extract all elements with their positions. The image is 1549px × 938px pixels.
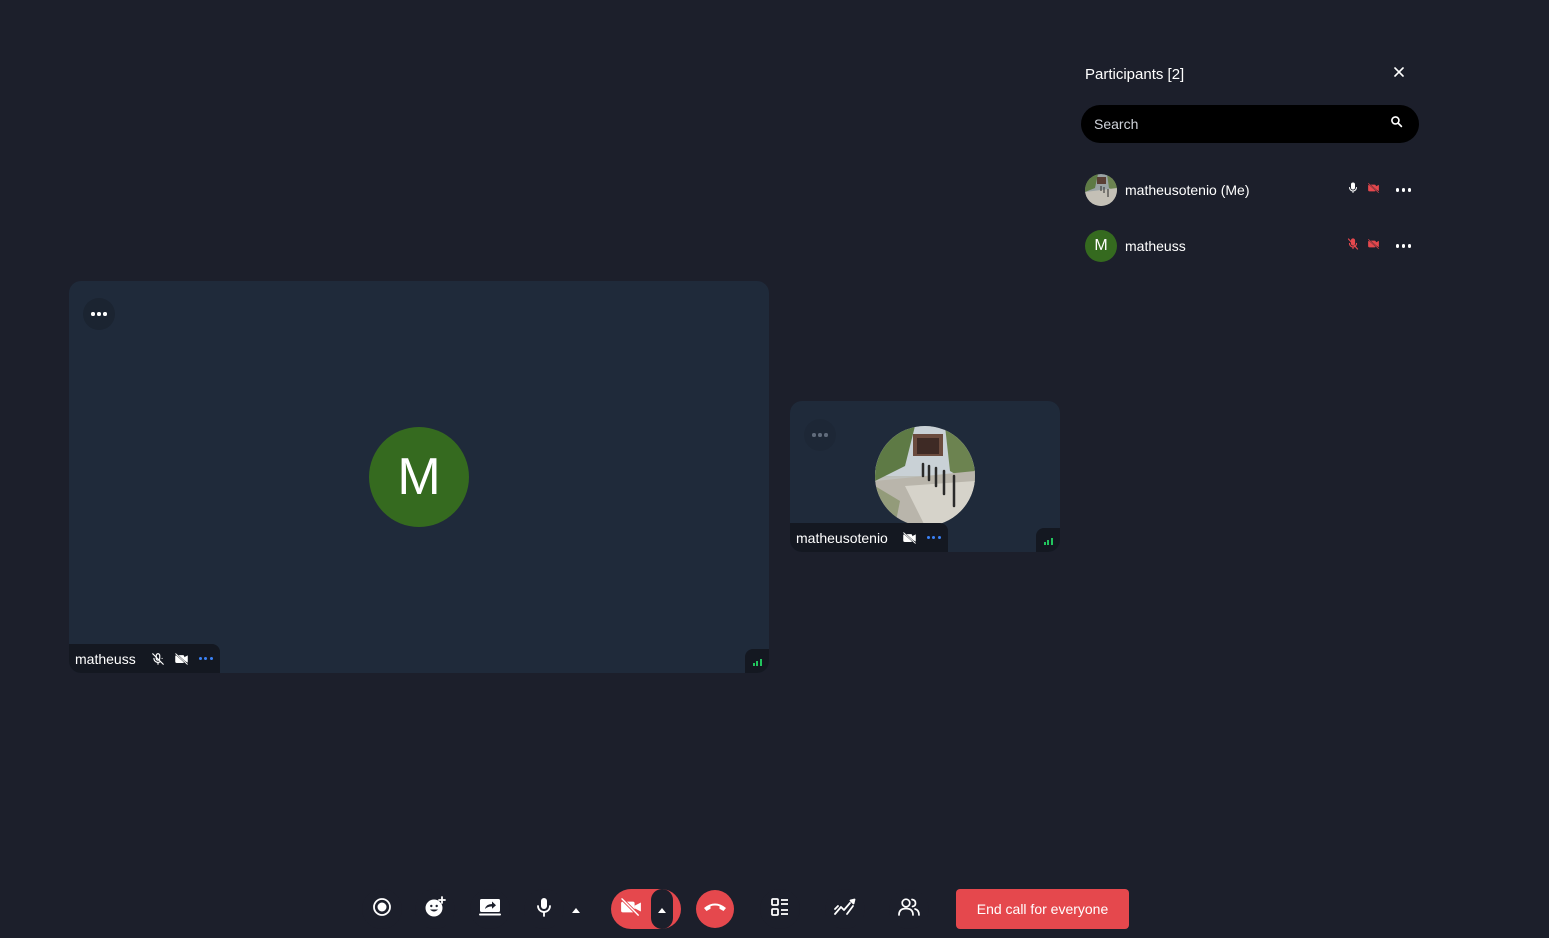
layout-button[interactable] bbox=[760, 889, 800, 929]
search-field[interactable] bbox=[1081, 105, 1419, 143]
microphone-off-icon bbox=[150, 651, 166, 667]
participant-row: matheusotenio (Me) bbox=[1085, 173, 1415, 207]
reaction-icon bbox=[424, 895, 446, 923]
close-icon bbox=[1394, 64, 1404, 82]
more-icon[interactable] bbox=[198, 651, 214, 667]
whiteboard-icon bbox=[834, 898, 856, 921]
participants-button[interactable] bbox=[889, 889, 929, 929]
participant-name: matheusotenio (Me) bbox=[1125, 182, 1250, 198]
participant-name-bar: matheusotenio bbox=[790, 523, 948, 552]
avatar bbox=[875, 426, 975, 526]
chevron-up-icon bbox=[658, 900, 666, 918]
camera-off-icon bbox=[174, 651, 190, 667]
signal-strength-icon bbox=[1036, 528, 1060, 552]
video-tile-main[interactable]: M matheuss bbox=[69, 281, 769, 673]
signal-strength-icon bbox=[745, 649, 769, 673]
close-panel-button[interactable] bbox=[1386, 60, 1412, 86]
participant-name-bar: matheuss bbox=[69, 644, 220, 673]
avatar bbox=[1085, 174, 1117, 206]
hang-up-icon bbox=[703, 900, 727, 918]
avatar: M bbox=[369, 427, 469, 527]
camera-off-icon bbox=[902, 530, 918, 546]
microphone-icon bbox=[1347, 181, 1359, 199]
avatar: M bbox=[1085, 230, 1117, 262]
camera-control-group bbox=[611, 889, 681, 929]
record-button[interactable] bbox=[362, 889, 402, 929]
camera-off-icon bbox=[620, 896, 642, 921]
participant-name: matheuss bbox=[75, 650, 136, 667]
microphone-button[interactable] bbox=[524, 889, 564, 929]
more-icon bbox=[812, 433, 828, 437]
tile-options-button[interactable] bbox=[83, 298, 115, 330]
camera-options-button[interactable] bbox=[651, 889, 673, 929]
reaction-button[interactable] bbox=[415, 889, 455, 929]
participant-options-button[interactable] bbox=[1392, 184, 1416, 196]
microphone-off-icon bbox=[1347, 237, 1359, 255]
more-icon bbox=[1395, 244, 1411, 248]
camera-toggle-button[interactable] bbox=[611, 889, 651, 929]
participant-name: matheuss bbox=[1125, 238, 1186, 254]
participant-options-button[interactable] bbox=[1392, 240, 1416, 252]
panel-title: Participants [2] bbox=[1085, 66, 1185, 83]
microphone-icon bbox=[536, 897, 552, 922]
more-icon bbox=[91, 312, 107, 316]
leave-call-button[interactable] bbox=[696, 890, 734, 928]
microphone-options-button[interactable] bbox=[566, 889, 586, 929]
tile-options-button[interactable] bbox=[804, 419, 836, 451]
search-icon[interactable] bbox=[1390, 115, 1403, 133]
meeting-stage: M matheuss matheusotenio Participants [2… bbox=[0, 0, 1549, 938]
participants-panel: Participants [2] Search matheusotenio (M… bbox=[1069, 48, 1431, 348]
more-icon bbox=[1395, 188, 1411, 192]
camera-off-icon bbox=[1367, 237, 1380, 255]
video-tile-self[interactable]: matheusotenio bbox=[790, 401, 1060, 552]
chevron-up-icon bbox=[572, 900, 580, 918]
camera-off-icon bbox=[1367, 181, 1380, 199]
share-screen-icon bbox=[479, 898, 501, 921]
participants-icon bbox=[898, 897, 920, 922]
end-call-for-everyone-button[interactable]: End call for everyone bbox=[956, 889, 1129, 929]
share-screen-button[interactable] bbox=[470, 889, 510, 929]
record-icon bbox=[372, 897, 392, 922]
participant-name: matheusotenio bbox=[796, 529, 888, 546]
search-input[interactable] bbox=[1094, 116, 1390, 132]
participant-row: M matheuss bbox=[1085, 229, 1415, 263]
whiteboard-button[interactable] bbox=[825, 889, 865, 929]
more-icon[interactable] bbox=[926, 530, 942, 546]
layout-icon bbox=[770, 897, 790, 922]
